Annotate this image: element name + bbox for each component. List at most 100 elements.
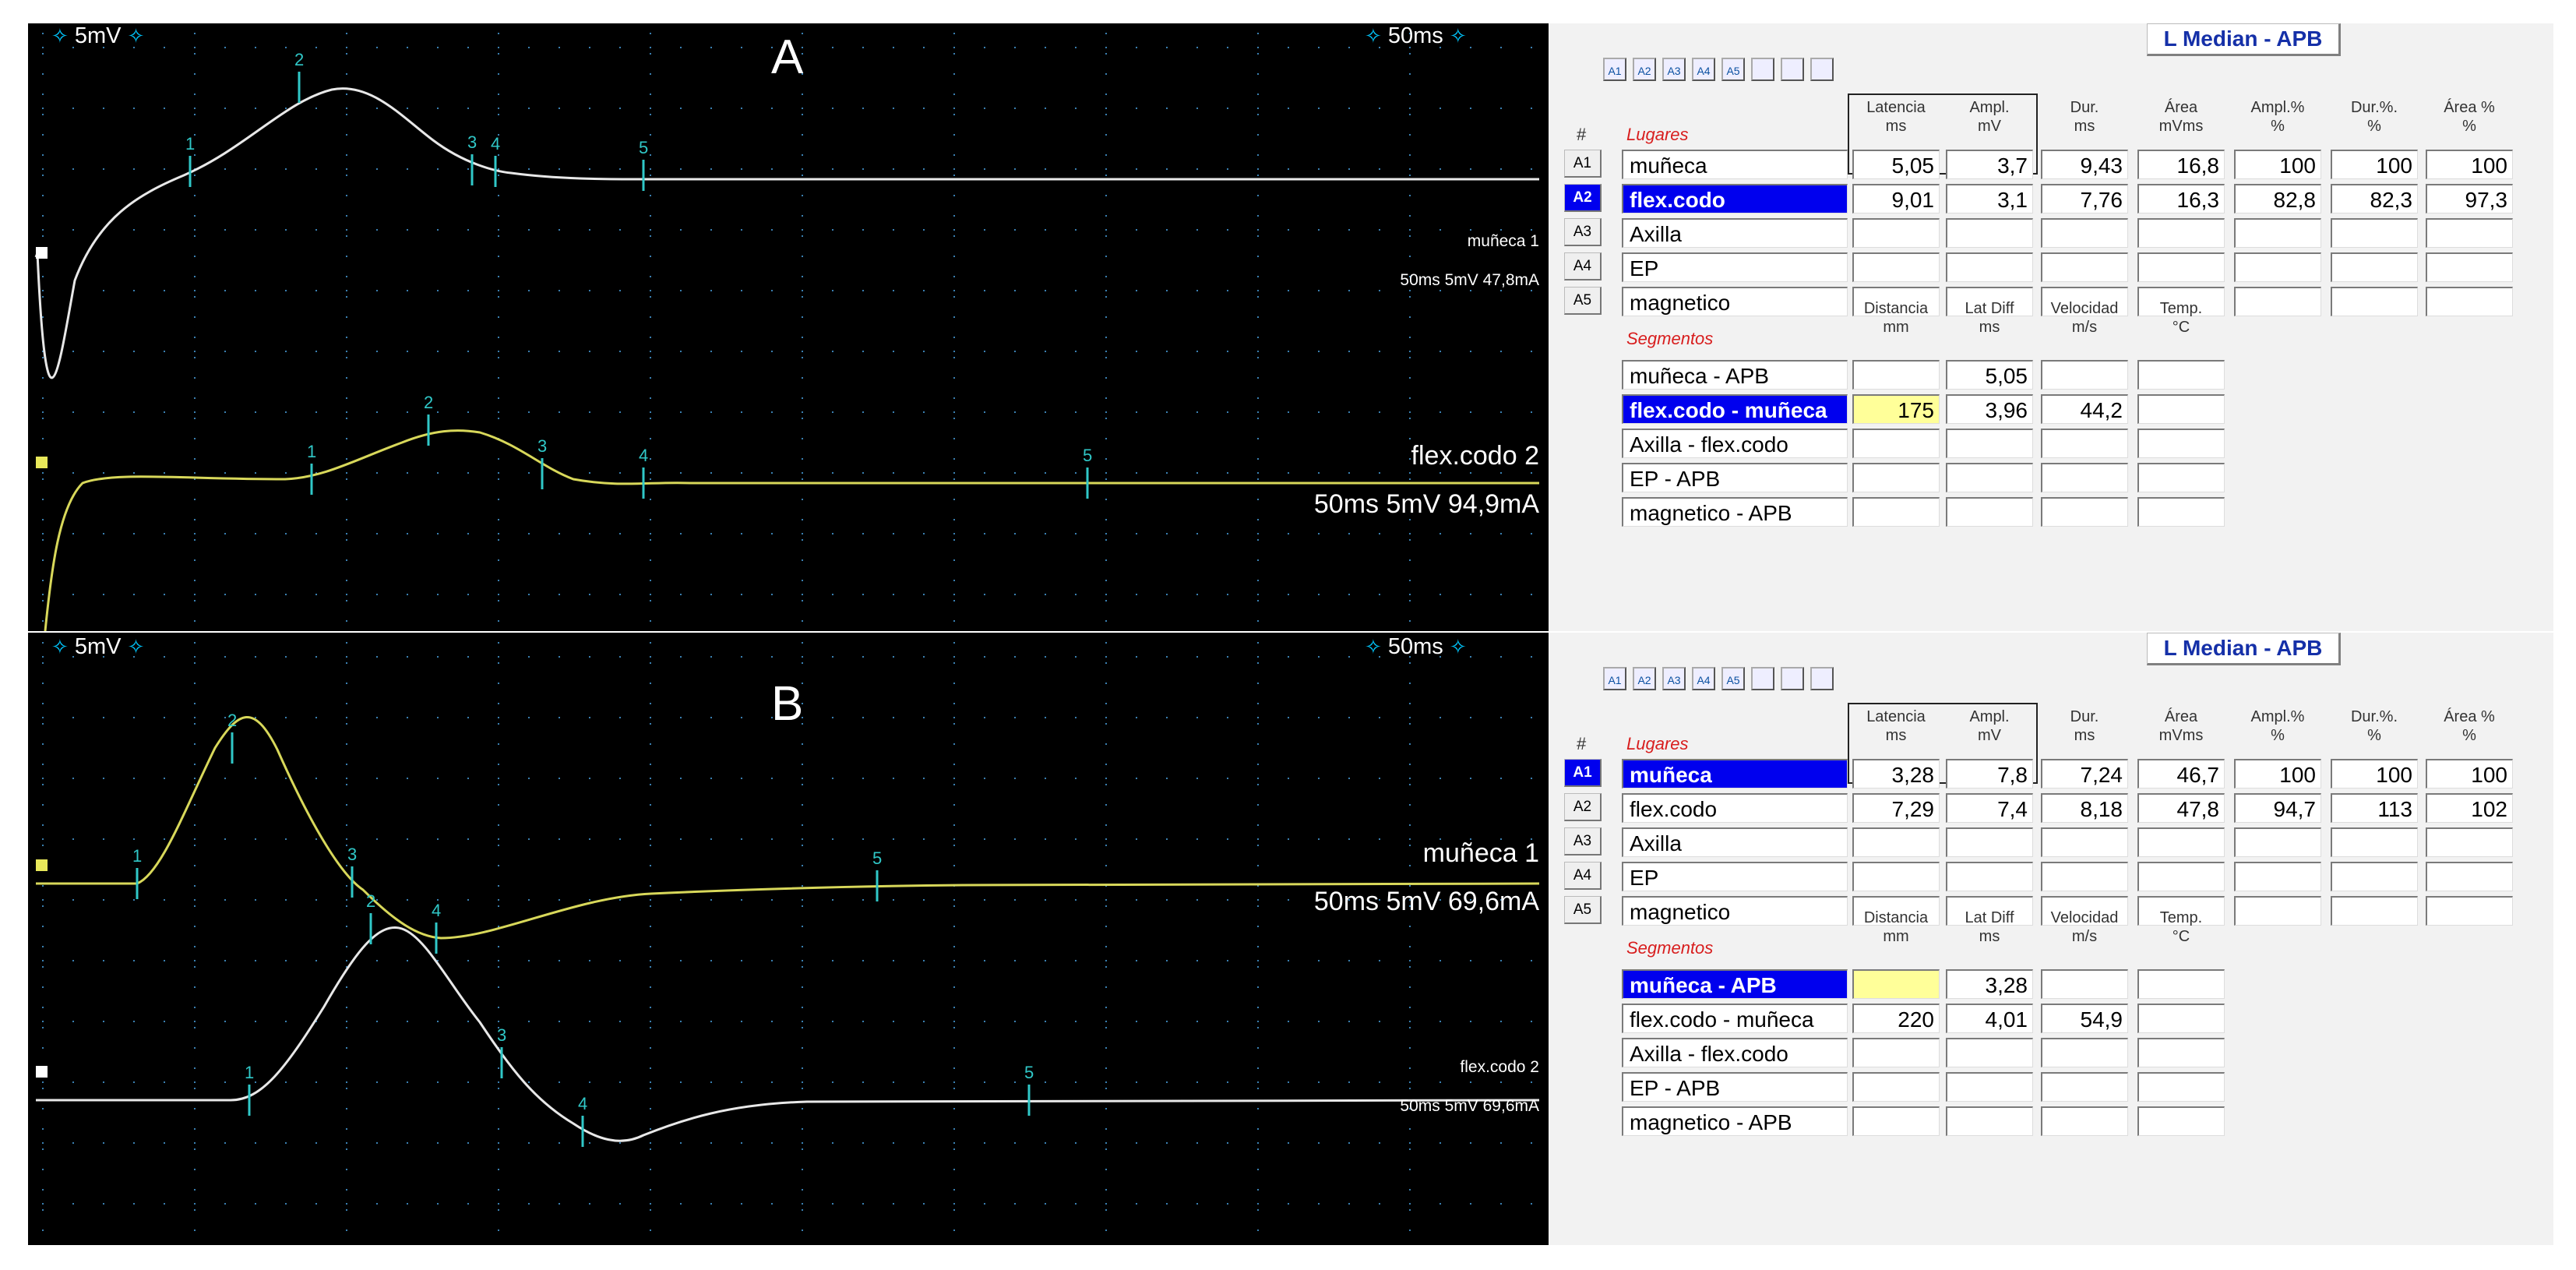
value-cell[interactable] bbox=[2234, 218, 2321, 248]
row-button-a3[interactable]: A3 bbox=[1564, 218, 1602, 246]
segment-value-cell[interactable]: 44,2 bbox=[2041, 394, 2128, 424]
segment-value-cell[interactable] bbox=[1852, 360, 1940, 390]
value-cell[interactable] bbox=[2041, 862, 2128, 891]
value-cell[interactable]: 100 bbox=[2331, 759, 2418, 788]
row-button-a5[interactable]: A5 bbox=[1564, 896, 1602, 924]
sensitivity-control-left-b[interactable]: ✧ 5mV ✧ bbox=[51, 634, 144, 660]
value-cell[interactable]: 7,29 bbox=[1852, 793, 1940, 823]
value-cell[interactable]: 47,8 bbox=[2137, 793, 2225, 823]
segment-value-cell[interactable] bbox=[2041, 969, 2128, 999]
trace-select-button-4[interactable]: A4 bbox=[1692, 667, 1715, 690]
value-cell[interactable] bbox=[1852, 827, 1940, 857]
site-cell[interactable]: flex.codo bbox=[1622, 184, 1848, 213]
site-cell[interactable]: magnetico bbox=[1622, 287, 1848, 316]
value-cell[interactable]: 102 bbox=[2426, 793, 2513, 823]
value-cell[interactable]: 9,01 bbox=[1852, 184, 1940, 213]
value-cell[interactable] bbox=[2426, 287, 2513, 316]
row-button-a2[interactable]: A2 bbox=[1564, 793, 1602, 821]
trace-select-button-8[interactable] bbox=[1810, 667, 1834, 690]
trace-select-button-5[interactable]: A5 bbox=[1721, 58, 1745, 81]
value-cell[interactable] bbox=[1946, 862, 2033, 891]
row-button-a5[interactable]: A5 bbox=[1564, 287, 1602, 315]
value-cell[interactable] bbox=[2137, 218, 2225, 248]
value-cell[interactable]: 16,3 bbox=[2137, 184, 2225, 213]
segment-value-cell[interactable] bbox=[1852, 1038, 1940, 1067]
trace-select-button-5[interactable]: A5 bbox=[1721, 667, 1745, 690]
site-cell[interactable]: EP bbox=[1622, 252, 1848, 282]
segment-value-cell[interactable]: 220 bbox=[1852, 1004, 1940, 1033]
value-cell[interactable] bbox=[2426, 827, 2513, 857]
value-cell[interactable] bbox=[2426, 218, 2513, 248]
value-cell[interactable] bbox=[2331, 862, 2418, 891]
segment-cell[interactable]: muñeca - APB bbox=[1622, 969, 1848, 999]
value-cell[interactable] bbox=[2234, 252, 2321, 282]
trace-select-button-6[interactable] bbox=[1751, 58, 1774, 81]
value-cell[interactable]: 3,28 bbox=[1852, 759, 1940, 788]
trace-select-button-7[interactable] bbox=[1781, 58, 1804, 81]
value-cell[interactable] bbox=[2041, 252, 2128, 282]
segment-value-cell[interactable] bbox=[1946, 429, 2033, 458]
trace-select-button-3[interactable]: A3 bbox=[1662, 58, 1686, 81]
value-cell[interactable]: 100 bbox=[2426, 150, 2513, 179]
trace-marker-a2[interactable] bbox=[36, 457, 48, 468]
value-cell[interactable] bbox=[1946, 218, 2033, 248]
trace-select-button-4[interactable]: A4 bbox=[1692, 58, 1715, 81]
value-cell[interactable]: 7,8 bbox=[1946, 759, 2033, 788]
value-cell[interactable]: 9,43 bbox=[2041, 150, 2128, 179]
value-cell[interactable]: 100 bbox=[2234, 150, 2321, 179]
segment-value-cell[interactable]: 5,05 bbox=[1946, 360, 2033, 390]
row-button-a1[interactable]: A1 bbox=[1564, 759, 1602, 787]
segment-value-cell[interactable] bbox=[1852, 969, 1940, 999]
value-cell[interactable] bbox=[2426, 862, 2513, 891]
segment-value-cell[interactable]: 54,9 bbox=[2041, 1004, 2128, 1033]
value-cell[interactable]: 82,8 bbox=[2234, 184, 2321, 213]
site-cell[interactable]: flex.codo bbox=[1622, 793, 1848, 823]
value-cell[interactable] bbox=[2234, 287, 2321, 316]
trace-select-button-2[interactable]: A2 bbox=[1633, 58, 1656, 81]
segment-value-cell[interactable]: 175 bbox=[1852, 394, 1940, 424]
row-button-a4[interactable]: A4 bbox=[1564, 252, 1602, 280]
trace-select-button-6[interactable] bbox=[1751, 667, 1774, 690]
value-cell[interactable]: 7,4 bbox=[1946, 793, 2033, 823]
segment-cell[interactable]: magnetico - APB bbox=[1622, 1106, 1848, 1136]
value-cell[interactable] bbox=[2331, 252, 2418, 282]
sweep-control-right-b[interactable]: ✧ 50ms ✧ bbox=[1365, 634, 1467, 660]
segment-value-cell[interactable] bbox=[2137, 463, 2225, 492]
segment-value-cell[interactable] bbox=[2137, 969, 2225, 999]
value-cell[interactable] bbox=[1946, 252, 2033, 282]
segment-value-cell[interactable] bbox=[2137, 429, 2225, 458]
segment-cell[interactable]: EP - APB bbox=[1622, 463, 1848, 492]
segment-value-cell[interactable] bbox=[1852, 429, 1940, 458]
site-cell[interactable]: Axilla bbox=[1622, 218, 1848, 248]
segment-value-cell[interactable] bbox=[1852, 1106, 1940, 1136]
segment-value-cell[interactable] bbox=[2137, 1038, 2225, 1067]
segment-value-cell[interactable] bbox=[2041, 360, 2128, 390]
segment-value-cell[interactable] bbox=[1946, 463, 2033, 492]
value-cell[interactable] bbox=[2234, 862, 2321, 891]
segment-value-cell[interactable] bbox=[2041, 1038, 2128, 1067]
site-cell[interactable]: magnetico bbox=[1622, 896, 1848, 926]
trace-marker-a1[interactable] bbox=[36, 247, 48, 259]
segment-value-cell[interactable] bbox=[2041, 429, 2128, 458]
value-cell[interactable] bbox=[2331, 827, 2418, 857]
value-cell[interactable] bbox=[2137, 862, 2225, 891]
value-cell[interactable] bbox=[2137, 252, 2225, 282]
segment-value-cell[interactable] bbox=[2041, 497, 2128, 527]
segment-value-cell[interactable] bbox=[1946, 1072, 2033, 1102]
segment-value-cell[interactable] bbox=[1852, 463, 1940, 492]
value-cell[interactable]: 113 bbox=[2331, 793, 2418, 823]
site-cell[interactable]: Axilla bbox=[1622, 827, 1848, 857]
segment-value-cell[interactable]: 3,96 bbox=[1946, 394, 2033, 424]
segment-value-cell[interactable] bbox=[2137, 1106, 2225, 1136]
value-cell[interactable]: 94,7 bbox=[2234, 793, 2321, 823]
trace-select-button-8[interactable] bbox=[1810, 58, 1834, 81]
value-cell[interactable]: 100 bbox=[2234, 759, 2321, 788]
value-cell[interactable] bbox=[2426, 252, 2513, 282]
value-cell[interactable]: 82,3 bbox=[2331, 184, 2418, 213]
segment-cell[interactable]: magnetico - APB bbox=[1622, 497, 1848, 527]
trace-select-button-2[interactable]: A2 bbox=[1633, 667, 1656, 690]
value-cell[interactable]: 100 bbox=[2331, 150, 2418, 179]
segment-value-cell[interactable] bbox=[2137, 1072, 2225, 1102]
segment-value-cell[interactable] bbox=[1852, 497, 1940, 527]
value-cell[interactable]: 8,18 bbox=[2041, 793, 2128, 823]
